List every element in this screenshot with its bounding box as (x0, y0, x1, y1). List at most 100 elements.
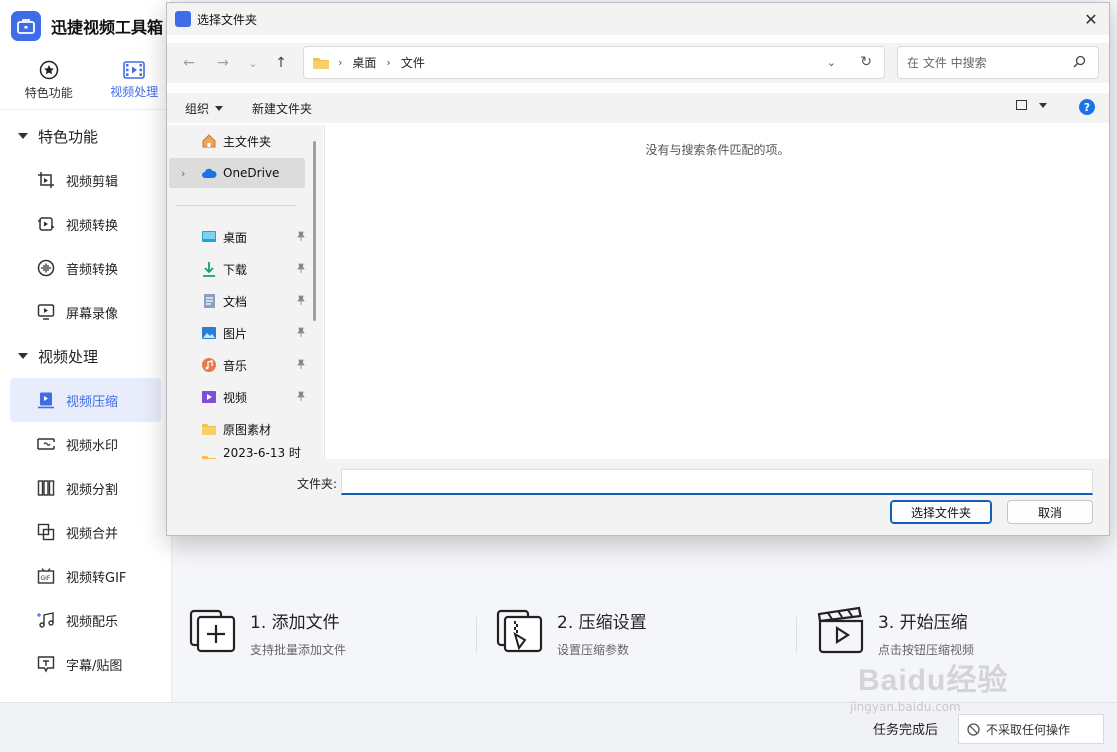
tree-item-desktop[interactable]: 桌面 (169, 222, 305, 252)
tree-item-documents[interactable]: 文档 (169, 286, 305, 316)
caret-down-icon (18, 133, 28, 139)
new-folder-button[interactable]: 新建文件夹 (252, 100, 312, 117)
nav-section-featured-title: 特色功能 (38, 127, 99, 146)
tree-item-folder[interactable]: 原图素材 (169, 414, 305, 444)
address-bar[interactable]: › 桌面 › 文件 ⌄ ↻ (303, 46, 885, 79)
search-icon[interactable] (1073, 55, 1086, 68)
after-task-label: 任务完成后 (873, 723, 939, 738)
cancel-button[interactable]: 取消 (1007, 500, 1093, 524)
select-folder-dialog: 选择文件夹 ✕ ← → ⌄ ↑ › 桌面 › 文件 ⌄ ↻ 在 文件 中搜索 组… (166, 2, 1110, 536)
sidebar-item-video-watermark[interactable]: 视频水印 (10, 422, 161, 466)
forward-arrow-icon[interactable]: → (211, 51, 235, 75)
sidebar-item-label: 视频剪辑 (66, 174, 119, 190)
sidebar-item-label: 视频转GIF (66, 570, 127, 586)
view-options-button[interactable] (1016, 100, 1047, 110)
baidu-watermark-url: jingyan.baidu.com (850, 700, 961, 714)
sidebar-item-video-to-gif[interactable]: GIF 视频转GIF (10, 554, 161, 598)
convert-icon (36, 214, 56, 234)
toolbox-logo-icon (11, 11, 41, 41)
after-task-select[interactable]: 不采取任何操作 (958, 714, 1104, 744)
picture-icon (201, 325, 217, 341)
sidebar-item-video-split[interactable]: 视频分割 (10, 466, 161, 510)
chevron-down-icon[interactable]: ⌄ (827, 56, 836, 69)
tab-video-processing[interactable]: 视频处理 (98, 52, 172, 109)
tree-item-home[interactable]: 主文件夹 (169, 126, 305, 156)
prohibit-icon (967, 722, 980, 736)
pin-icon[interactable] (297, 327, 305, 337)
watermark-icon (36, 434, 56, 454)
close-icon[interactable]: ✕ (1079, 7, 1103, 31)
step-add-file[interactable]: 1. 添加文件 支持批量添加文件 (188, 605, 346, 665)
sidebar-item-video-music[interactable]: 视频配乐 (10, 598, 161, 642)
tree-item-label: 下载 (223, 262, 248, 277)
sidebar-item-label: 屏幕录像 (66, 306, 119, 322)
recent-locations-chevron-icon[interactable]: ⌄ (241, 51, 265, 75)
pin-icon[interactable] (297, 263, 305, 273)
step-divider (796, 617, 797, 653)
up-arrow-icon[interactable]: ↑ (269, 51, 293, 75)
tab-video-processing-label: 视频处理 (110, 85, 159, 99)
tree-item-music[interactable]: 音乐 (169, 350, 305, 380)
film-icon (123, 61, 146, 79)
star-circle-icon (39, 60, 58, 80)
tree-item-videos[interactable]: 视频 (169, 382, 305, 412)
help-icon[interactable]: ? (1079, 99, 1095, 115)
audio-wave-icon (36, 258, 56, 278)
pin-icon[interactable] (297, 231, 305, 241)
tree-item-pictures[interactable]: 图片 (169, 318, 305, 348)
clapperboard-icon (817, 606, 864, 654)
step-compress-settings[interactable]: 2. 压缩设置 设置压缩参数 (495, 605, 647, 665)
search-placeholder: 在 文件 中搜索 (907, 56, 987, 70)
file-list-area[interactable]: 没有与搜索条件匹配的项。 (324, 125, 1109, 459)
sidebar-item-video-convert[interactable]: 视频转换 (10, 202, 161, 246)
pin-icon[interactable] (297, 359, 305, 369)
tree-item-label: 文档 (223, 294, 248, 309)
tree-scrollbar[interactable] (313, 141, 316, 321)
sidebar: 迅捷视频工具箱 特色功能 视频处理 特色功能 视频剪辑 视频转换 音频转换 屏幕… (0, 0, 172, 752)
nav-section-featured[interactable]: 特色功能 (0, 114, 171, 158)
sidebar-item-label: 字幕/贴图 (66, 658, 123, 674)
expand-chevron-icon[interactable]: › (181, 167, 185, 180)
sidebar-item-video-edit[interactable]: 视频剪辑 (10, 158, 161, 202)
sidebar-item-video-compress[interactable]: 视频压缩 (10, 378, 161, 422)
organize-button[interactable]: 组织 (185, 100, 224, 117)
sidebar-item-label: 音频转换 (66, 262, 119, 278)
back-arrow-icon[interactable]: ← (177, 51, 201, 75)
folder-name-input[interactable] (341, 469, 1093, 495)
tree-item-folder[interactable]: 2023-6-13 时迭 (169, 446, 305, 459)
pin-icon[interactable] (297, 295, 305, 305)
dialog-footer: 文件夹: 选择文件夹 取消 (167, 459, 1109, 535)
sidebar-item-subtitle-sticker[interactable]: 字幕/贴图 (10, 642, 161, 686)
select-folder-button[interactable]: 选择文件夹 (890, 500, 992, 524)
tab-featured[interactable]: 特色功能 (12, 52, 86, 109)
refresh-icon[interactable]: ↻ (860, 54, 872, 70)
new-folder-label: 新建文件夹 (252, 102, 313, 116)
tree-item-downloads[interactable]: 下载 (169, 254, 305, 284)
baidu-watermark: Baidu经验 (858, 664, 1009, 697)
tree-item-label: 音乐 (223, 358, 248, 373)
caret-down-icon (18, 353, 28, 359)
folder-icon (201, 421, 217, 437)
crop-icon (36, 170, 56, 190)
sidebar-item-audio-convert[interactable]: 音频转换 (10, 246, 161, 290)
sidebar-item-label: 视频转换 (66, 218, 119, 234)
step-desc: 支持批量添加文件 (250, 643, 347, 657)
step-title: 3. 开始压缩 (878, 613, 968, 633)
empty-message: 没有与搜索条件匹配的项。 (645, 143, 790, 157)
search-input[interactable]: 在 文件 中搜索 (897, 46, 1099, 79)
tree-item-onedrive[interactable]: › OneDrive (169, 158, 305, 188)
app-title: 迅捷视频工具箱 (51, 18, 164, 37)
sidebar-item-video-merge[interactable]: 视频合并 (10, 510, 161, 554)
tree-divider (175, 205, 297, 206)
dialog-title: 选择文件夹 (197, 12, 258, 27)
dialog-navbar: ← → ⌄ ↑ › 桌面 › 文件 ⌄ ↻ 在 文件 中搜索 (167, 43, 1109, 83)
step-title: 1. 添加文件 (250, 613, 340, 633)
pin-icon[interactable] (297, 391, 305, 401)
tree-item-label: 原图素材 (223, 422, 272, 437)
breadcrumb-item[interactable]: 桌面 (352, 54, 376, 71)
sidebar-item-label: 视频合并 (66, 526, 119, 542)
breadcrumb-item[interactable]: 文件 (401, 54, 425, 71)
nav-section-video-processing[interactable]: 视频处理 (0, 334, 171, 378)
sidebar-item-screen-record[interactable]: 屏幕录像 (10, 290, 161, 334)
tree-item-label: OneDrive (223, 166, 280, 180)
